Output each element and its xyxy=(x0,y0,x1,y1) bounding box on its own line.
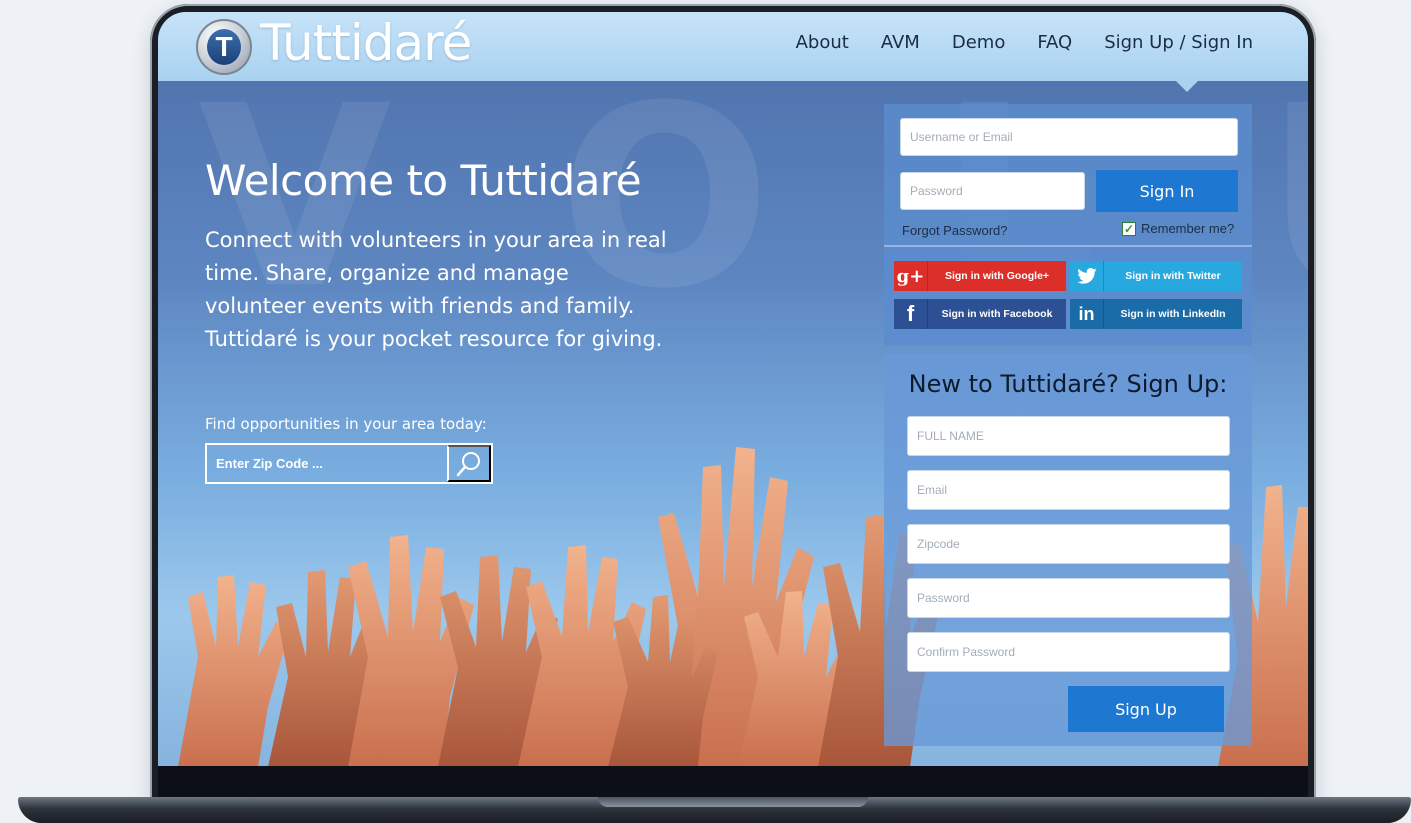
facebook-icon: f xyxy=(894,299,928,329)
google-signin-button[interactable]: g+ Sign in with Google+ xyxy=(894,261,1066,291)
browser-screen: V O L U N T E xyxy=(158,12,1308,766)
password-input[interactable] xyxy=(900,172,1085,210)
nav-faq[interactable]: FAQ xyxy=(1037,32,1072,53)
logo-wordmark[interactable]: Tuttidaré xyxy=(260,14,472,72)
screen-bezel-bottom xyxy=(158,766,1308,798)
linkedin-icon: in xyxy=(1070,299,1104,329)
linkedin-signin-label: Sign in with LinkedIn xyxy=(1120,308,1226,320)
nav-about[interactable]: About xyxy=(796,32,849,53)
remember-me-checkbox[interactable]: ✓ Remember me? xyxy=(1122,221,1234,236)
sign-up-title: New to Tuttidaré? Sign Up: xyxy=(908,370,1228,398)
sign-in-button[interactable]: Sign In xyxy=(1096,170,1238,212)
hero-description: Connect with volunteers in your area in … xyxy=(205,228,667,351)
signup-password-input[interactable] xyxy=(907,578,1230,618)
confirm-password-input[interactable] xyxy=(907,632,1230,672)
zipcode-input[interactable] xyxy=(907,524,1230,564)
facebook-signin-label: Sign in with Facebook xyxy=(941,308,1053,320)
nav-active-indicator xyxy=(1176,81,1198,92)
logo-letter: T xyxy=(207,29,241,65)
zip-code-input[interactable] xyxy=(207,445,447,482)
forgot-password-link[interactable]: Forgot Password? xyxy=(902,223,1008,238)
site-header: T Tuttidaré About AVM Demo FAQ Sign Up /… xyxy=(158,12,1308,81)
twitter-icon xyxy=(1070,261,1104,291)
zip-search-box xyxy=(205,443,493,484)
twitter-signin-button[interactable]: Sign in with Twitter xyxy=(1070,261,1242,291)
username-input[interactable] xyxy=(900,118,1238,156)
sign-up-panel: New to Tuttidaré? Sign Up: Sign Up xyxy=(884,354,1252,746)
email-input[interactable] xyxy=(907,470,1230,510)
find-opportunities-label: Find opportunities in your area today: xyxy=(205,415,487,433)
full-name-input[interactable] xyxy=(907,416,1230,456)
logo-icon[interactable]: T xyxy=(196,19,252,75)
remember-me-label: Remember me? xyxy=(1141,221,1235,236)
hero-title: Welcome to Tuttidaré xyxy=(205,156,642,205)
nav-avm[interactable]: AVM xyxy=(881,32,920,53)
nav-signup-signin[interactable]: Sign Up / Sign In xyxy=(1104,32,1253,53)
twitter-signin-label: Sign in with Twitter xyxy=(1125,270,1221,282)
sign-in-panel: Sign In Forgot Password? ✓ Remember me? … xyxy=(884,104,1252,346)
google-plus-icon: g+ xyxy=(894,261,928,291)
facebook-signin-button[interactable]: f Sign in with Facebook xyxy=(894,299,1066,329)
sign-up-button[interactable]: Sign Up xyxy=(1068,686,1224,732)
main-nav: About AVM Demo FAQ Sign Up / Sign In xyxy=(796,32,1253,53)
search-icon xyxy=(456,451,480,476)
nav-demo[interactable]: Demo xyxy=(952,32,1005,53)
linkedin-signin-button[interactable]: in Sign in with LinkedIn xyxy=(1070,299,1242,329)
checkmark-icon[interactable]: ✓ xyxy=(1122,221,1136,236)
zip-search-button[interactable] xyxy=(447,445,491,482)
google-signin-label: Sign in with Google+ xyxy=(944,270,1050,282)
panel-divider xyxy=(884,245,1252,247)
laptop-notch xyxy=(598,797,868,807)
